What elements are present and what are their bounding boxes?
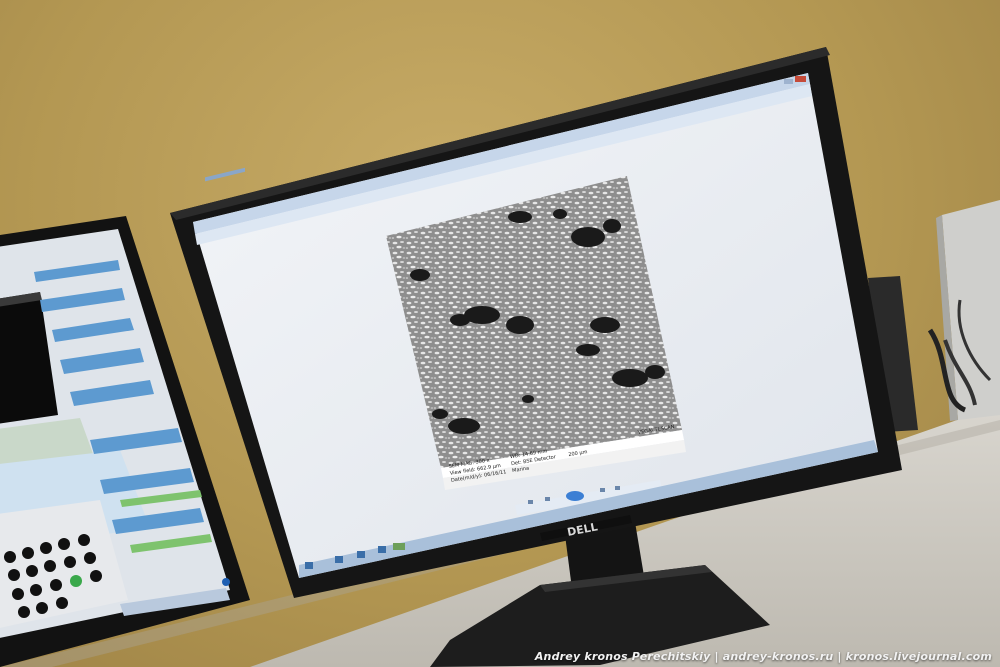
- viewer-play-button: [566, 491, 584, 501]
- scene: SEM MAG: 300 x WD: 14.69 mm View field: …: [0, 47, 1000, 667]
- photo-credit: Andrey kronos Perechitskiy | andrey-kron…: [534, 650, 992, 663]
